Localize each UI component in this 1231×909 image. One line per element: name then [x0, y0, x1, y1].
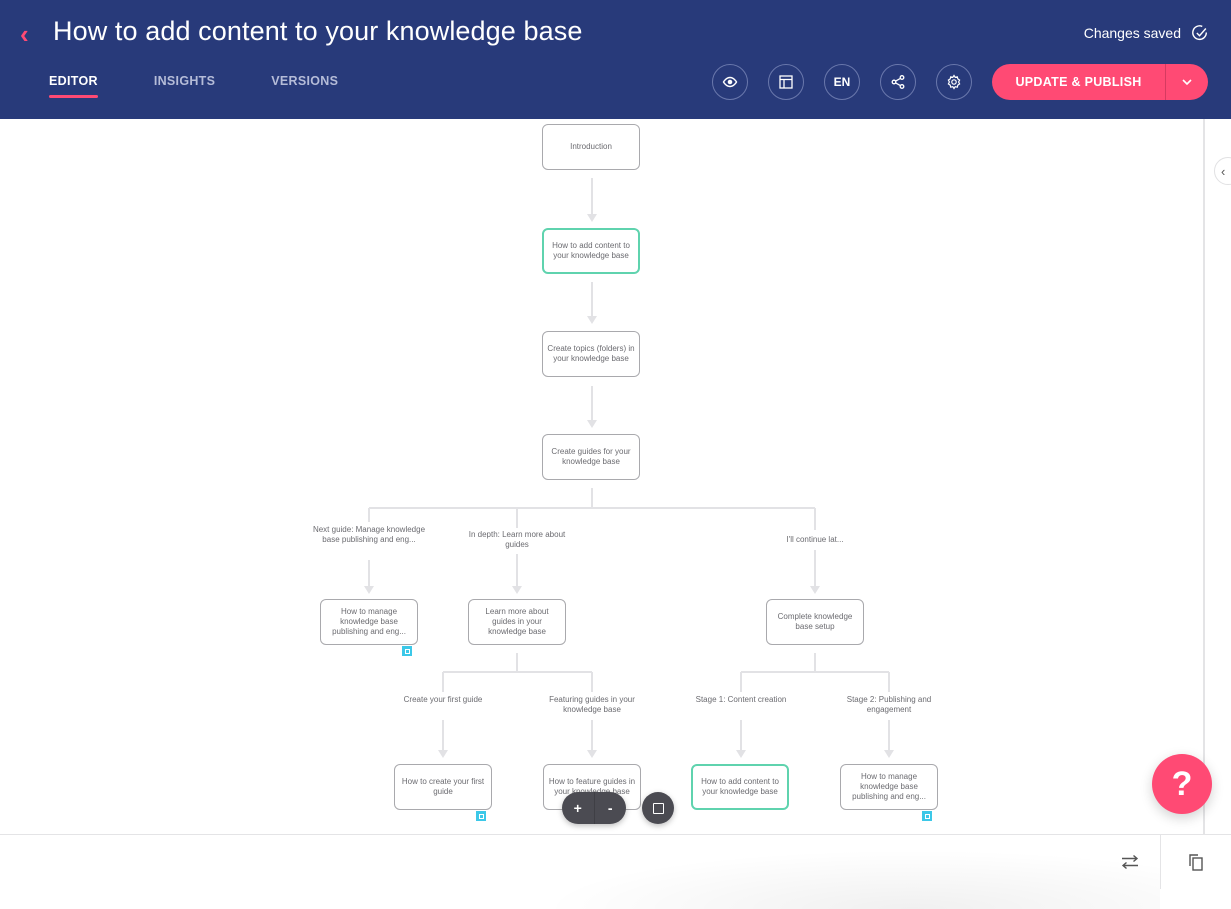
gear-icon	[947, 74, 961, 90]
flow-node-learn-guides[interactable]: Learn more about guides in your knowledg…	[468, 599, 566, 645]
language-button[interactable]: EN	[824, 64, 860, 100]
check-circle-icon	[1192, 25, 1208, 41]
flow-node-introduction[interactable]: Introduction	[542, 124, 640, 170]
preview-button[interactable]	[712, 64, 748, 100]
layout-icon	[779, 75, 793, 89]
flow-node-create-topics[interactable]: Create topics (folders) in your knowledg…	[542, 331, 640, 377]
choice-label-stage-2[interactable]: Stage 2: Publishing and engagement	[829, 693, 949, 717]
save-status-text: Changes saved	[1083, 25, 1181, 41]
save-status: Changes saved	[1084, 24, 1209, 42]
right-side-panel	[1203, 119, 1231, 834]
flow-node-manage-publishing[interactable]: How to manage knowledge base publishing …	[320, 599, 418, 645]
tab-insights[interactable]: INSIGHTS	[154, 74, 215, 88]
guide-badge-icon	[402, 646, 412, 656]
copy-icon	[1189, 854, 1203, 871]
tab-editor[interactable]: EDITOR	[49, 74, 98, 98]
arrowhead	[512, 586, 522, 594]
flow-node-add-content[interactable]: How to add content to your knowledge bas…	[542, 228, 640, 274]
connector-complete-branch	[740, 653, 890, 692]
swap-button[interactable]	[1100, 835, 1160, 889]
publish-options-button[interactable]	[1166, 64, 1208, 100]
zoom-controls: + -	[562, 792, 626, 824]
choice-label-create-first[interactable]: Create your first guide	[383, 693, 503, 707]
fit-to-screen-button[interactable]	[642, 792, 674, 824]
connector-guides-branch	[368, 488, 816, 530]
flow-node-manage-publishing-2[interactable]: How to manage knowledge base publishing …	[840, 764, 938, 810]
guide-badge-icon	[476, 811, 486, 821]
arrowhead	[587, 316, 597, 324]
update-publish-button[interactable]: UPDATE & PUBLISH	[992, 64, 1208, 100]
zoom-out-button[interactable]: -	[595, 792, 627, 824]
share-icon	[891, 75, 905, 89]
footer-shadow	[540, 849, 1160, 909]
arrowhead	[810, 586, 820, 594]
flow-node-complete-setup[interactable]: Complete knowledge base setup	[766, 599, 864, 645]
choice-label-featuring[interactable]: Featuring guides in your knowledge base	[532, 693, 652, 717]
tab-versions[interactable]: VERSIONS	[271, 74, 338, 88]
tab-bar: EDITOR INSIGHTS VERSIONS	[49, 74, 394, 98]
chevron-down-icon	[1182, 79, 1192, 85]
choice-label-stage-1[interactable]: Stage 1: Content creation	[681, 693, 801, 707]
arrowhead	[736, 750, 746, 758]
toolbar: EN	[712, 64, 972, 100]
flow-node-create-guides[interactable]: Create guides for your knowledge base	[542, 434, 640, 480]
bottom-bar	[0, 834, 1231, 909]
flow-node-add-content-2[interactable]: How to add content to your knowledge bas…	[691, 764, 789, 810]
flow-canvas[interactable]: Introduction How to add content to your …	[0, 119, 1203, 834]
connector-learn-branch	[442, 653, 593, 692]
choice-label-continue-later[interactable]: I'll continue lat...	[755, 533, 875, 547]
settings-button[interactable]	[936, 64, 972, 100]
help-button[interactable]: ?	[1152, 754, 1212, 814]
eye-icon	[722, 76, 738, 88]
update-publish-label[interactable]: UPDATE & PUBLISH	[992, 64, 1166, 100]
guide-badge-icon	[922, 811, 932, 821]
arrowhead	[587, 420, 597, 428]
square-icon	[652, 802, 664, 814]
arrowhead	[364, 586, 374, 594]
back-chevron-icon[interactable]: ‹	[20, 20, 42, 48]
top-header: ‹ How to add content to your knowledge b…	[0, 0, 1231, 119]
page-title: How to add content to your knowledge bas…	[53, 16, 583, 46]
share-button[interactable]	[880, 64, 916, 100]
choice-label-in-depth[interactable]: In depth: Learn more about guides	[457, 528, 577, 552]
flow-node-create-first-guide[interactable]: How to create your first guide	[394, 764, 492, 810]
arrowhead	[884, 750, 894, 758]
choice-label-next-guide[interactable]: Next guide: Manage knowledge base publis…	[309, 523, 429, 547]
layout-button[interactable]	[768, 64, 804, 100]
copy-button[interactable]	[1160, 835, 1231, 889]
chevron-left-icon: ‹	[1221, 163, 1226, 179]
arrowhead	[587, 214, 597, 222]
arrowhead	[587, 750, 597, 758]
swap-arrows-icon	[1121, 854, 1139, 870]
zoom-in-button[interactable]: +	[562, 792, 595, 824]
arrowhead	[438, 750, 448, 758]
